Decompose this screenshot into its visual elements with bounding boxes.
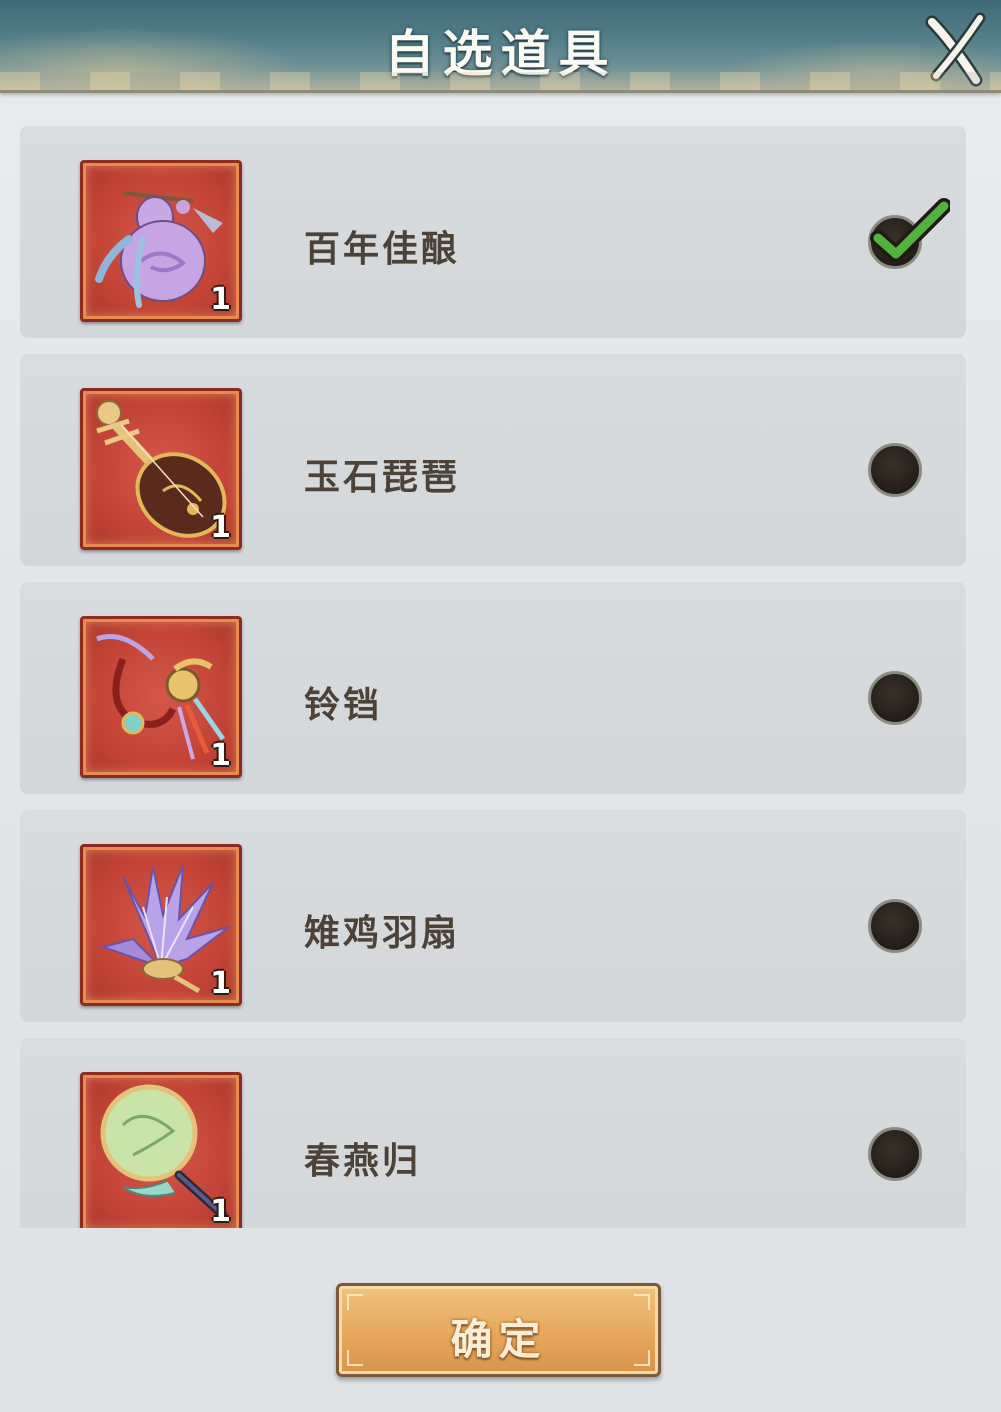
item-count: 1 (210, 510, 231, 545)
item-icon-frame: 1 (80, 1072, 242, 1228)
item-radio[interactable] (868, 899, 922, 953)
item-radio[interactable] (868, 1127, 922, 1181)
list-item[interactable]: 1 铃铛 (20, 582, 966, 794)
item-count: 1 (210, 966, 231, 1001)
confirm-button[interactable]: 确定 (336, 1283, 661, 1377)
item-icon-frame: 1 (80, 844, 242, 1006)
item-icon-frame: 1 (80, 160, 242, 322)
title-bar: 自选道具 (0, 0, 1001, 93)
close-button[interactable] (920, 10, 990, 88)
item-count: 1 (210, 738, 231, 773)
confirm-label: 确定 (450, 1315, 547, 1364)
item-count: 1 (210, 1194, 231, 1228)
item-count: 1 (210, 282, 231, 317)
item-icon-frame: 1 (80, 388, 242, 550)
list-item[interactable]: 1 雉鸡羽扇 (20, 810, 966, 1022)
dialog-title: 自选道具 (384, 24, 617, 83)
item-list[interactable]: 1 百年佳酿 1 玉石琵琶 1 铃铛 1 雉鸡羽扇 1 春燕归 (20, 126, 966, 1228)
item-icon-frame: 1 (80, 616, 242, 778)
list-item[interactable]: 1 春燕归 (20, 1038, 966, 1228)
item-name: 百年佳酿 (304, 228, 461, 270)
check-icon (870, 198, 950, 262)
list-item[interactable]: 1 百年佳酿 (20, 126, 966, 338)
close-icon (925, 12, 986, 87)
item-name: 铃铛 (304, 684, 383, 726)
item-radio[interactable] (868, 443, 922, 497)
item-name: 春燕归 (304, 1140, 422, 1182)
list-item[interactable]: 1 玉石琵琶 (20, 354, 966, 566)
item-radio[interactable] (868, 671, 922, 725)
item-name: 玉石琵琶 (304, 456, 461, 498)
item-name: 雉鸡羽扇 (304, 912, 461, 954)
